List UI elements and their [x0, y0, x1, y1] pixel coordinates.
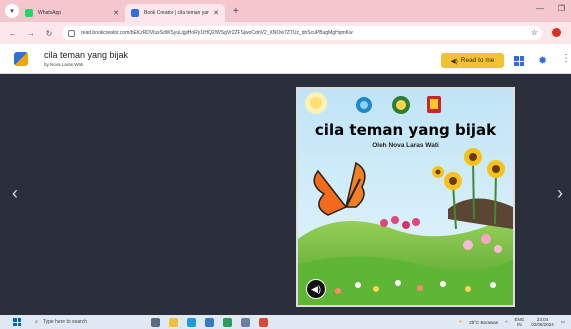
input-language[interactable]: ENG IN	[514, 317, 524, 327]
weather-icon: ☀	[458, 319, 463, 324]
chrome-icon[interactable]	[223, 318, 232, 327]
search-icon: ⌕	[35, 319, 38, 325]
toolbar-right: ☆	[531, 28, 561, 37]
book-creator-icon	[131, 9, 139, 17]
previous-page-chevron-icon[interactable]: ‹	[12, 183, 18, 204]
address-bar[interactable]: read.bookcreator.com/bEKzRDVlusSdWSyuUgj…	[62, 26, 542, 40]
app-header: cila teman yang bijak by Nova Laras Wati…	[0, 44, 571, 74]
reload-button[interactable]: ↻	[44, 29, 54, 38]
store-icon[interactable]	[205, 318, 214, 327]
bookmark-star-icon[interactable]: ☆	[531, 28, 538, 37]
browser-toolbar: ← → ↻ read.bookcreator.com/bEKzRDVlusSdW…	[0, 22, 571, 44]
language-region: IN	[517, 322, 522, 327]
site-info-icon[interactable]	[68, 29, 75, 37]
speaker-icon: ◀)	[450, 57, 458, 65]
taskbar-apps	[151, 318, 268, 327]
settings-gear-icon[interactable]: ✹	[538, 54, 547, 67]
book-viewer: ‹ › cila teman yang bijak Oleh Nova Lara…	[0, 75, 571, 315]
url-text: read.bookcreator.com/bEKzRDVlusSdWSyuUgj…	[81, 30, 353, 36]
tab-book-creator[interactable]: Book Creator | cila teman yang ✕	[125, 4, 225, 22]
taskbar-search-placeholder: Type here to search	[42, 319, 88, 325]
windows-taskbar: ⌕ Type here to search ☀ 25°C Berawan ^ E…	[0, 315, 571, 329]
sun-icon	[305, 92, 327, 114]
weather-text[interactable]: 25°C Berawan	[469, 320, 498, 325]
task-view-icon[interactable]	[151, 318, 160, 327]
tab-title: WhatsApp	[38, 10, 62, 16]
more-options-icon[interactable]: ⋮	[561, 53, 571, 64]
tray-chevron-icon[interactable]: ^	[505, 320, 507, 325]
minimize-button[interactable]: —	[536, 4, 544, 13]
book-creator-logo	[14, 52, 28, 66]
next-page-chevron-icon[interactable]: ›	[557, 183, 563, 204]
close-tab-icon[interactable]: ✕	[213, 9, 219, 17]
whatsapp-icon	[25, 9, 33, 17]
app-icon[interactable]	[259, 318, 268, 327]
book-title: cila teman yang bijak	[44, 50, 129, 60]
new-tab-button[interactable]: +	[233, 6, 239, 17]
logo-badges	[356, 96, 441, 114]
book-author: by Nova Laras Wati	[44, 62, 84, 67]
read-to-me-button[interactable]: ◀) Read to me	[441, 53, 504, 68]
pages-grid-icon[interactable]	[514, 56, 524, 66]
edge-icon[interactable]	[187, 318, 196, 327]
maximize-button[interactable]: ❐	[558, 4, 565, 13]
window-controls: — ❐	[536, 4, 565, 13]
browser-tab-strip: ▾ WhatsApp ✕ Book Creator | cila teman y…	[0, 0, 571, 22]
forward-button[interactable]: →	[26, 29, 36, 38]
clock[interactable]: 23:04 02/06/2024	[531, 317, 554, 327]
cover-author: Oleh Nova Laras Wati	[372, 142, 439, 149]
back-button[interactable]: ←	[8, 29, 18, 38]
clock-date: 02/06/2024	[531, 322, 554, 327]
file-explorer-icon[interactable]	[169, 318, 178, 327]
windows-start-icon[interactable]	[13, 318, 21, 326]
app-icon[interactable]	[241, 318, 250, 327]
audio-play-speaker-icon[interactable]: ◀)	[306, 279, 326, 299]
notification-icon[interactable]: ▭	[561, 319, 565, 325]
read-to-me-label: Read to me	[460, 57, 495, 64]
book-cover: cila teman yang bijak Oleh Nova Laras Wa…	[296, 87, 515, 307]
screen: ▾ WhatsApp ✕ Book Creator | cila teman y…	[0, 0, 571, 329]
close-tab-icon[interactable]: ✕	[113, 9, 119, 17]
tab-search-icon[interactable]: ▾	[5, 4, 19, 18]
tab-title: Book Creator | cila teman yang	[144, 10, 210, 16]
profile-avatar[interactable]	[552, 28, 561, 37]
taskbar-search[interactable]: ⌕ Type here to search	[35, 319, 87, 325]
system-tray: ☀ 25°C Berawan ^ ENG IN 23:04 02/06/2024…	[458, 317, 565, 327]
cover-title: cila teman yang bijak	[314, 121, 497, 139]
tab-whatsapp[interactable]: WhatsApp ✕	[19, 4, 125, 22]
